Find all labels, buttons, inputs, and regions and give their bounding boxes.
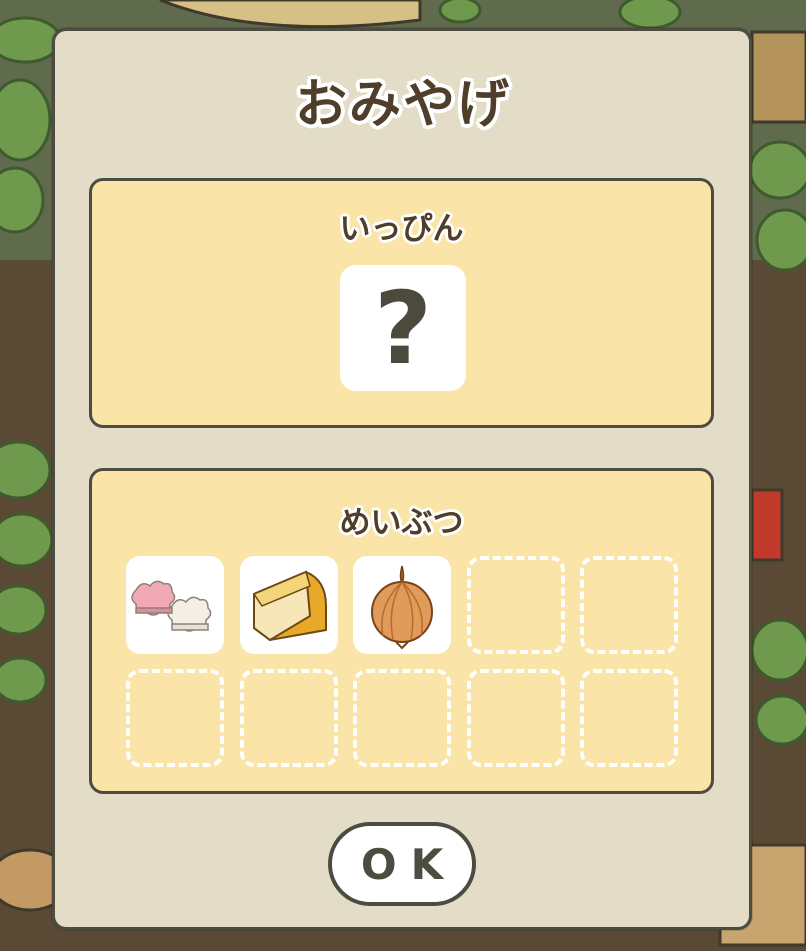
souvenir-slot[interactable] xyxy=(240,669,338,767)
souvenir-slot[interactable] xyxy=(467,556,565,654)
specialty-slot[interactable]: ? xyxy=(340,265,466,391)
sakura-fu-icon xyxy=(131,580,212,632)
dialog-title: おみやげ xyxy=(294,75,511,135)
onion-icon xyxy=(371,565,433,650)
souvenir-slot[interactable] xyxy=(240,556,338,654)
ok-button[interactable]: OK xyxy=(328,822,476,906)
souvenir-slot[interactable] xyxy=(126,669,224,767)
souvenir-slot[interactable] xyxy=(353,669,451,767)
souvenir-slot[interactable] xyxy=(467,669,565,767)
unknown-item-icon: ? xyxy=(373,269,432,387)
souvenir-slot[interactable] xyxy=(126,556,224,654)
souvenirs-label: めいぶつ xyxy=(339,505,464,541)
cheese-icon xyxy=(252,570,327,642)
souvenir-slot[interactable] xyxy=(580,556,678,654)
specialty-label: いっぴん xyxy=(339,211,464,247)
souvenir-slot[interactable] xyxy=(353,556,451,654)
souvenir-slot[interactable] xyxy=(580,669,678,767)
